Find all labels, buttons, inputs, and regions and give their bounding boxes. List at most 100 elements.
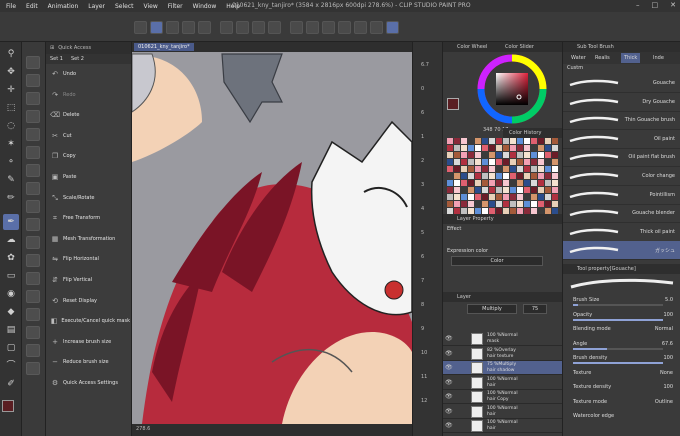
color-swatch[interactable]: [454, 180, 460, 186]
color-swatch[interactable]: [496, 159, 502, 165]
color-swatch[interactable]: [503, 187, 509, 193]
strip-icon[interactable]: [26, 182, 40, 195]
property-value[interactable]: 100: [663, 355, 673, 361]
color-wheel-tab[interactable]: Color Wheel: [457, 44, 487, 50]
color-swatch[interactable]: [524, 152, 530, 158]
color-swatch[interactable]: [475, 173, 481, 179]
color-swatch[interactable]: [531, 201, 537, 207]
color-swatch[interactable]: [475, 145, 481, 151]
tool-property-row[interactable]: Texture None: [563, 367, 680, 379]
color-swatch[interactable]: [468, 180, 474, 186]
color-swatch[interactable]: [538, 145, 544, 151]
group-tab-realistic[interactable]: Realis: [595, 55, 610, 61]
color-swatch[interactable]: [510, 166, 516, 172]
tool-property-row[interactable]: Brush density 100: [563, 352, 680, 364]
layer-row[interactable]: 👁 82 %Overlay hair texture: [443, 347, 563, 361]
invert-selection-icon[interactable]: [322, 21, 335, 34]
tool-property-row[interactable]: Texture density 100: [563, 381, 680, 393]
color-swatch[interactable]: [524, 180, 530, 186]
color-swatch[interactable]: [461, 166, 467, 172]
color-swatch[interactable]: [503, 201, 509, 207]
pen-snap-icon[interactable]: [386, 21, 399, 34]
group-tab-thick[interactable]: Thick: [621, 53, 641, 63]
tool-property-row[interactable]: Opacity 100: [563, 309, 680, 321]
hand-tool-icon[interactable]: ✥: [3, 64, 19, 80]
brush-item[interactable]: Oil paint flat brush: [563, 148, 680, 168]
deselect-icon[interactable]: [306, 21, 319, 34]
color-swatch[interactable]: [482, 159, 488, 165]
open-icon[interactable]: [182, 21, 195, 34]
color-swatch[interactable]: [538, 194, 544, 200]
color-swatch[interactable]: [538, 201, 544, 207]
lasso-tool-icon[interactable]: ◌: [3, 118, 19, 134]
color-swatch[interactable]: [503, 159, 509, 165]
color-swatch[interactable]: [510, 152, 516, 158]
color-swatch[interactable]: [454, 166, 460, 172]
color-swatch[interactable]: [538, 152, 544, 158]
color-swatch[interactable]: [538, 159, 544, 165]
quick-access-item[interactable]: ❐ Copy: [48, 148, 130, 164]
quick-access-tab[interactable]: Quick Access: [58, 45, 91, 51]
color-swatch[interactable]: [496, 187, 502, 193]
color-swatch[interactable]: [552, 145, 558, 151]
guide-snap-icon[interactable]: [370, 21, 383, 34]
color-swatch[interactable]: [496, 145, 502, 151]
color-swatch[interactable]: [489, 152, 495, 158]
quick-access-item[interactable]: ▦ Mesh Transformation: [48, 231, 130, 247]
color-swatch[interactable]: [517, 152, 523, 158]
color-swatch[interactable]: [482, 180, 488, 186]
set-tab-2[interactable]: Set 2: [71, 56, 84, 62]
current-color-swatch[interactable]: [447, 98, 459, 110]
visibility-eye-icon[interactable]: 👁: [445, 335, 453, 343]
transform-button-icon[interactable]: [290, 21, 303, 34]
snap-icon[interactable]: [338, 21, 351, 34]
layer-row[interactable]: 👁 75 %Multiply hair shadow: [443, 361, 563, 375]
eraser-tool-icon[interactable]: ▭: [3, 268, 19, 284]
color-swatch[interactable]: [524, 145, 530, 151]
color-swatch[interactable]: [482, 138, 488, 144]
strip-icon[interactable]: [26, 290, 40, 303]
color-swatch[interactable]: [475, 138, 481, 144]
color-swatch[interactable]: [531, 145, 537, 151]
layer-opacity-field[interactable]: 75: [523, 304, 547, 314]
property-value[interactable]: Outline: [655, 399, 673, 405]
menu-select[interactable]: Select: [115, 3, 134, 10]
color-swatch[interactable]: [447, 166, 453, 172]
color-swatch[interactable]: [524, 159, 530, 165]
color-set-palette[interactable]: [447, 138, 559, 246]
color-swatch[interactable]: [517, 187, 523, 193]
color-swatch[interactable]: [524, 187, 530, 193]
color-swatch[interactable]: [447, 201, 453, 207]
color-swatch[interactable]: [468, 194, 474, 200]
color-swatch[interactable]: [454, 152, 460, 158]
redo-button-icon[interactable]: [236, 21, 249, 34]
visibility-eye-icon[interactable]: 👁: [445, 350, 453, 358]
color-swatch[interactable]: [510, 173, 516, 179]
zoom-readout[interactable]: 278.6: [136, 426, 150, 432]
color-swatch[interactable]: [475, 194, 481, 200]
color-swatch[interactable]: [468, 152, 474, 158]
color-swatch[interactable]: [489, 180, 495, 186]
undo-button-icon[interactable]: [220, 21, 233, 34]
color-swatch[interactable]: [545, 166, 551, 172]
color-swatch[interactable]: [552, 194, 558, 200]
color-swatch[interactable]: [524, 138, 530, 144]
strip-icon[interactable]: [26, 326, 40, 339]
ruler-snap-icon[interactable]: [354, 21, 367, 34]
color-history-tab[interactable]: Color History: [509, 130, 541, 136]
color-chips[interactable]: [2, 400, 20, 430]
menu-animation[interactable]: Animation: [48, 3, 79, 10]
color-swatch[interactable]: [552, 138, 558, 144]
blend-mode-select[interactable]: Multiply: [467, 304, 517, 314]
quick-access-item[interactable]: ◧ Execute/Cancel quick mask: [48, 313, 130, 329]
color-swatch[interactable]: [475, 152, 481, 158]
color-swatch[interactable]: [517, 138, 523, 144]
color-swatch[interactable]: [468, 138, 474, 144]
color-swatch[interactable]: [503, 138, 509, 144]
quick-access-item[interactable]: ▣ Paste: [48, 169, 130, 185]
text-tool-icon[interactable]: ✐: [3, 376, 19, 392]
color-swatch[interactable]: [489, 173, 495, 179]
color-swatch[interactable]: [510, 159, 516, 165]
color-swatch[interactable]: [489, 194, 495, 200]
color-swatch[interactable]: [482, 187, 488, 193]
